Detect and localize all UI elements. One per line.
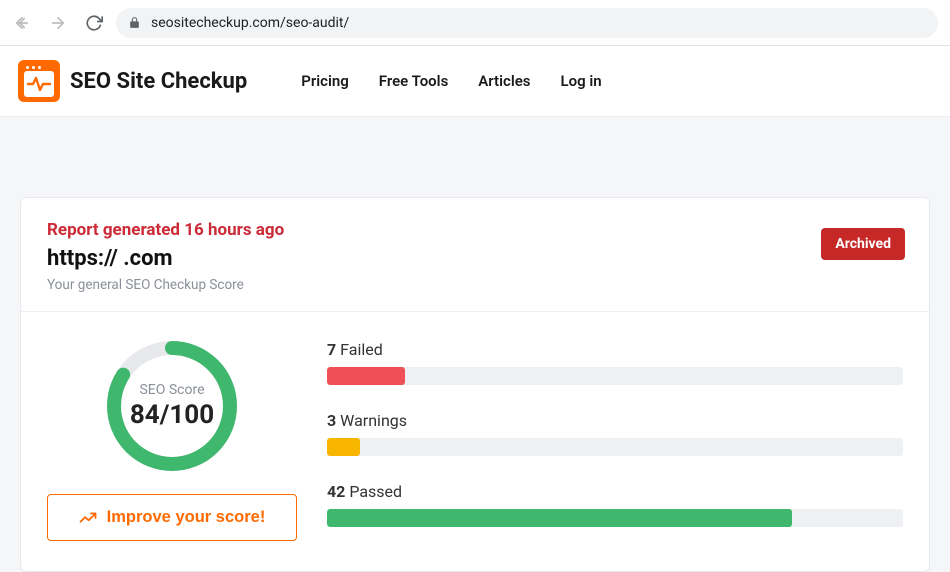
back-icon[interactable] [12,13,32,33]
report-url: https:// .com [47,246,903,271]
failed-count: 7 [327,340,336,359]
archived-badge: Archived [821,228,905,260]
nav-free-tools[interactable]: Free Tools [379,72,448,90]
browser-chrome: seositecheckup.com/seo-audit/ [0,0,950,46]
brand-logo-icon [18,60,60,102]
report-subtitle: Your general SEO Checkup Score [47,277,903,293]
passed-bar [327,509,903,527]
nav-pricing[interactable]: Pricing [301,72,349,90]
score-column: SEO Score 84/100 Improve your score! [47,336,297,541]
address-bar-url: seositecheckup.com/seo-audit/ [151,15,349,31]
report-generated: Report generated 16 hours ago [47,220,903,240]
address-bar[interactable]: seositecheckup.com/seo-audit/ [116,8,938,38]
failed-bar [327,367,903,385]
passed-count: 42 [327,482,345,501]
brand-name: SEO Site Checkup [70,69,247,94]
metric-passed: 42 Passed [327,482,903,527]
nav-articles[interactable]: Articles [478,72,530,90]
lock-icon [128,16,141,29]
page-wrap: Report generated 16 hours ago https:// .… [0,117,950,572]
seo-score-gauge: SEO Score 84/100 [102,336,242,476]
metrics-column: 7 Failed 3 Warnings [327,336,903,527]
reload-icon[interactable] [84,13,104,33]
warnings-bar [327,438,903,456]
report-header: Report generated 16 hours ago https:// .… [21,198,929,312]
warnings-count: 3 [327,411,336,430]
brand[interactable]: SEO Site Checkup [18,60,247,102]
site-header: SEO Site Checkup Pricing Free Tools Arti… [0,46,950,117]
metric-warnings: 3 Warnings [327,411,903,456]
seo-score-label: SEO Score [139,382,204,398]
forward-icon[interactable] [48,13,68,33]
trend-up-icon [79,511,97,525]
passed-label: Passed [349,482,402,501]
warnings-label: Warnings [340,411,407,430]
nav-login[interactable]: Log in [561,72,602,90]
browser-nav-icons [12,13,104,33]
improve-score-label: Improve your score! [107,508,266,527]
metric-failed: 7 Failed [327,340,903,385]
improve-score-button[interactable]: Improve your score! [47,494,297,541]
nav-links: Pricing Free Tools Articles Log in [301,72,601,90]
failed-label: Failed [340,340,383,359]
report-body: SEO Score 84/100 Improve your score! 7 F… [21,312,929,571]
report-card: Report generated 16 hours ago https:// .… [20,197,930,572]
seo-score-value: 84/100 [130,400,214,430]
